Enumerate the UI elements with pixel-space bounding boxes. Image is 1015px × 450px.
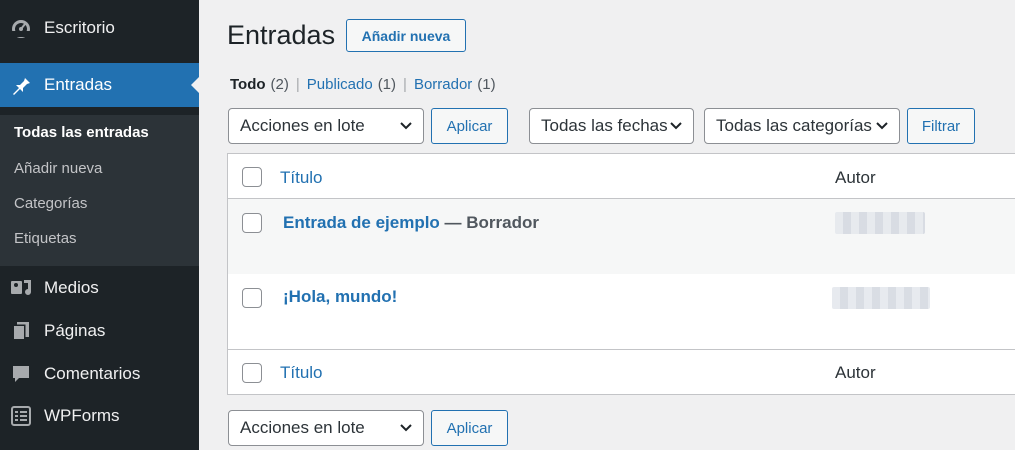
add-new-button[interactable]: Añadir nueva xyxy=(346,19,466,52)
select-all-checkbox[interactable] xyxy=(242,167,262,187)
table-row: ¡Hola, mundo! xyxy=(228,274,1015,349)
apply-button-top[interactable]: Aplicar xyxy=(431,108,508,144)
sidebar-item-paginas[interactable]: Páginas xyxy=(0,313,199,349)
post-state: — Borrador xyxy=(439,213,540,232)
bulk-actions-value: Acciones en lote xyxy=(240,116,365,135)
sidebar-item-medios[interactable]: Medios xyxy=(0,270,199,306)
sidebar-item-wpforms[interactable]: WPForms xyxy=(0,398,199,434)
post-title-link[interactable]: Entrada de ejemplo xyxy=(283,213,440,232)
post-title-link[interactable]: ¡Hola, mundo! xyxy=(283,287,397,306)
table-row: Entrada de ejemplo — Borrador xyxy=(228,199,1015,274)
author-redacted xyxy=(832,287,930,309)
filter-published-count: (1) xyxy=(377,76,397,93)
sidebar-item-escritorio[interactable]: Escritorio xyxy=(0,10,199,46)
submenu-item-todas-las-entradas[interactable]: Todas las entradas xyxy=(14,124,149,141)
select-all-checkbox-bottom[interactable] xyxy=(242,363,262,383)
filter-all-link[interactable]: Todo xyxy=(230,76,266,93)
table-header-row: Título Autor xyxy=(228,154,1015,199)
dashboard-icon xyxy=(10,17,32,39)
apply-button-bottom[interactable]: Aplicar xyxy=(431,410,508,446)
comments-icon xyxy=(10,363,32,385)
table-footer-row: Título Autor xyxy=(227,349,1015,395)
wpforms-icon xyxy=(10,405,32,427)
chevron-down-icon xyxy=(670,122,682,130)
sidebar-item-label: Entradas xyxy=(44,75,113,94)
date-filter-select[interactable]: Todas las fechas xyxy=(529,108,694,144)
category-filter-value: Todas las categorías xyxy=(716,116,872,135)
filter-draft-link[interactable]: Borrador xyxy=(414,76,472,93)
column-header-author: Autor xyxy=(835,168,876,187)
sidebar-item-comentarios[interactable]: Comentarios xyxy=(0,356,199,392)
row-checkbox[interactable] xyxy=(242,213,262,233)
post-title-cell: Entrada de ejemplo — Borrador xyxy=(283,213,539,233)
post-title-cell: ¡Hola, mundo! xyxy=(283,287,397,307)
admin-sidebar: Escritorio Entradas Todas las entradas A… xyxy=(0,0,199,450)
bulk-actions-select-top[interactable]: Acciones en lote xyxy=(228,108,424,144)
posts-table: Título Autor Entrada de ejemplo — Borrad… xyxy=(227,153,1015,350)
status-filters: Todo (2) | Publicado (1) | Borrador (1) xyxy=(230,76,496,93)
chevron-down-icon xyxy=(876,122,888,130)
date-filter-value: Todas las fechas xyxy=(541,116,668,135)
filter-all-count: (2) xyxy=(270,76,289,93)
filter-button[interactable]: Filtrar xyxy=(907,108,975,144)
submenu-item-etiquetas[interactable]: Etiquetas xyxy=(14,230,77,247)
pages-icon xyxy=(10,320,32,342)
posts-submenu: Todas las entradas Añadir nueva Categorí… xyxy=(0,115,199,266)
filter-draft-count: (1) xyxy=(477,76,496,93)
author-redacted xyxy=(835,212,925,234)
filter-separator: | xyxy=(403,76,407,93)
column-footer-author: Autor xyxy=(835,363,876,382)
column-header-title[interactable]: Título xyxy=(280,168,323,188)
row-checkbox[interactable] xyxy=(242,288,262,308)
submenu-item-categorias[interactable]: Categorías xyxy=(14,195,87,212)
sidebar-item-label: Páginas xyxy=(44,321,106,340)
category-filter-select[interactable]: Todas las categorías xyxy=(704,108,900,144)
pin-icon xyxy=(10,74,32,96)
sidebar-item-entradas[interactable]: Entradas xyxy=(0,63,199,107)
sidebar-item-label: WPForms xyxy=(44,406,120,425)
filter-separator: | xyxy=(295,76,300,93)
bulk-actions-value: Acciones en lote xyxy=(240,418,365,437)
page-title: Entradas xyxy=(227,20,336,50)
sidebar-item-label: Escritorio xyxy=(44,18,115,37)
chevron-down-icon xyxy=(400,122,412,130)
bulk-actions-select-bottom[interactable]: Acciones en lote xyxy=(228,410,424,446)
column-footer-title[interactable]: Título xyxy=(280,363,323,383)
sidebar-item-label: Comentarios xyxy=(44,364,141,383)
filter-published-link[interactable]: Publicado xyxy=(307,76,373,93)
sidebar-item-label: Medios xyxy=(44,278,99,297)
chevron-down-icon xyxy=(400,424,412,432)
submenu-item-anadir-nueva[interactable]: Añadir nueva xyxy=(14,160,102,177)
media-icon xyxy=(10,277,32,299)
